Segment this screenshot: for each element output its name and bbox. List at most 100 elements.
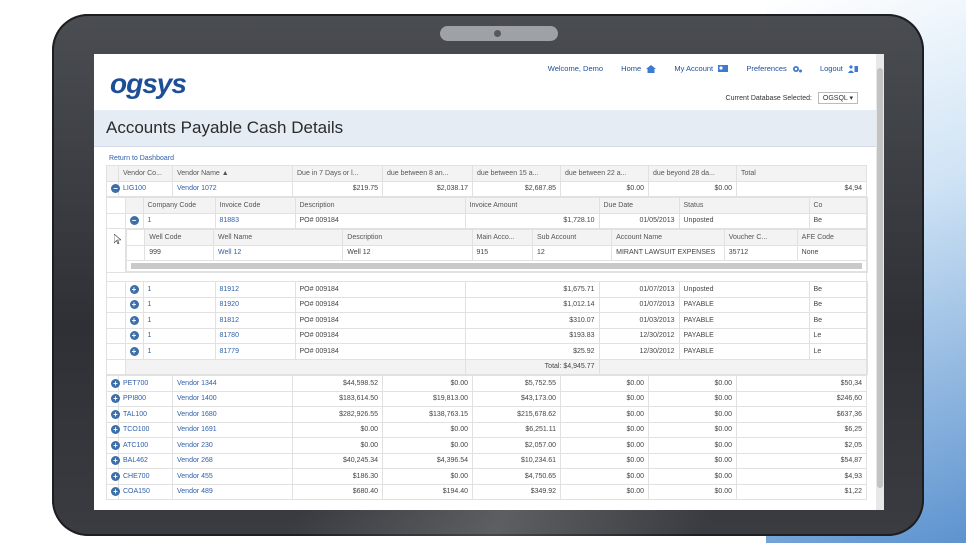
col-vendor-code[interactable]: Vendor Co...	[118, 165, 173, 182]
expand-button[interactable]: +	[124, 296, 144, 313]
expand-button[interactable]: +	[106, 483, 120, 500]
col-well-code[interactable]: Well Code	[144, 229, 215, 246]
horizontal-scrollbar[interactable]	[130, 263, 862, 269]
invoice-row[interactable]: +1 81779 PO# 009184 $25.92 12/30/2012 PAYABLE…	[107, 343, 868, 360]
col-invoice-amount[interactable]: Invoice Amount	[464, 197, 600, 214]
due-22-28: $0.00	[560, 390, 649, 407]
col-co[interactable]: Co	[808, 197, 868, 214]
due-15-21: $215,678.62	[472, 406, 561, 423]
vendor-row[interactable]: + CHE700 Vendor 455 $186.30 $0.00 $4,750.65 $0…	[106, 468, 867, 485]
preferences-link[interactable]: Preferences	[738, 64, 802, 73]
vendor-row[interactable]: + PPI800 Vendor 1400 $183,614.50 $19,813.00 $…	[106, 390, 867, 407]
vendor-code: TCO100	[118, 421, 173, 438]
due-15-21: $4,750.65	[472, 468, 561, 485]
expand-button[interactable]: +	[106, 452, 120, 469]
database-select[interactable]: OGSQL ▾	[817, 92, 858, 104]
expand-button[interactable]: +	[106, 468, 120, 485]
vendor-row-expanded[interactable]: − LIG100 Vendor 1072 $219.75 $2,038.17 $…	[106, 180, 867, 197]
due-8-14: $0.00	[382, 468, 473, 485]
col-main-account[interactable]: Main Acco...	[471, 229, 533, 246]
vendor-name: Vendor 268	[172, 452, 293, 469]
col-account-name[interactable]: Account Name	[611, 229, 725, 246]
expand-button[interactable]: +	[106, 421, 120, 438]
logout-label: Logout	[819, 64, 843, 73]
logout-link[interactable]: Logout	[812, 64, 858, 74]
col-due-date[interactable]: Due Date	[598, 197, 680, 214]
scrollbar-thumb[interactable]	[877, 68, 883, 488]
col-description[interactable]: Description	[294, 197, 466, 214]
camera-icon	[494, 30, 501, 37]
col-invoice-code[interactable]: Invoice Code	[214, 197, 296, 214]
col-due-22-28[interactable]: due between 22 a...	[560, 165, 649, 182]
my-account-link[interactable]: My Account	[666, 64, 729, 73]
invoice-total: Total: $4,945.77	[464, 358, 600, 375]
well-detail-cell: Well Code Well Name Description Main Acc…	[124, 228, 868, 273]
vendor-name: Vendor 1072	[172, 180, 293, 197]
plus-icon: +	[111, 394, 120, 404]
main-account: 915	[471, 244, 533, 261]
expand-button[interactable]: +	[106, 390, 120, 407]
expand-button[interactable]: +	[124, 343, 144, 360]
indent-cell	[107, 281, 126, 298]
due-22-28: $0.00	[560, 421, 649, 438]
due-7: $0.00	[292, 421, 383, 438]
vendor-code: TAL100	[118, 406, 173, 423]
due-date: 12/30/2012	[598, 327, 680, 344]
col-due-8-14[interactable]: due between 8 an...	[382, 165, 473, 182]
invoice-row[interactable]: +1 81780 PO# 009184 $193.83 12/30/2012 PAYABL…	[107, 327, 868, 344]
col-due-7[interactable]: Due in 7 Days or l...	[292, 165, 383, 182]
vendor-row[interactable]: + BAL462 Vendor 268 $40,245.34 $4,396.54 $10,…	[106, 452, 867, 469]
due-beyond-28: $0.00	[648, 406, 737, 423]
logo[interactable]: ogsys	[110, 68, 187, 100]
well-grid-scrollbar[interactable]	[125, 260, 867, 272]
col-status[interactable]: Status	[678, 197, 810, 214]
col-afe-code[interactable]: AFE Code	[796, 229, 867, 246]
col-voucher-code[interactable]: Voucher C...	[723, 229, 798, 246]
invoice-row[interactable]: +1 81912 PO# 009184 $1,675.71 01/07/2013 Unpo…	[107, 281, 868, 298]
col-due-15-21[interactable]: due between 15 a...	[472, 165, 561, 182]
invoice-row[interactable]: +1 81920 PO# 009184 $1,012.14 01/07/2013 PAYA…	[107, 296, 868, 313]
invoice-row-expanded[interactable]: − 1 81883 PO# 009184 $1,728.10 01/05/201…	[107, 212, 868, 229]
invoice-row[interactable]: +1 81812 PO# 009184 $310.07 01/03/2013 PAYABL…	[107, 312, 868, 329]
collapse-button[interactable]: −	[124, 212, 144, 229]
total: $50,34	[736, 375, 867, 392]
expand-button[interactable]: +	[106, 406, 120, 423]
due-7: $44,598.52	[292, 375, 383, 392]
due-22-28: $0.00	[560, 452, 649, 469]
vertical-scrollbar[interactable]	[876, 54, 884, 510]
vendor-grid-header: Vendor Co... Vendor Name ▲ Due in 7 Days…	[106, 165, 867, 182]
return-to-dashboard-link[interactable]: Return to Dashboard	[109, 155, 174, 162]
expand-button[interactable]: +	[106, 375, 120, 392]
expand-button[interactable]: +	[124, 327, 144, 344]
vendor-row[interactable]: + TAL100 Vendor 1680 $282,926.55 $138,763.15…	[106, 406, 867, 423]
col-due-beyond-28[interactable]: due beyond 28 da...	[648, 165, 737, 182]
vendor-row[interactable]: + COA150 Vendor 489 $680.40 $194.40 $349.92 $0…	[106, 483, 867, 500]
expand-button[interactable]: +	[106, 437, 120, 454]
expand-button[interactable]: +	[124, 281, 144, 298]
well-grid-header: Well Code Well Name Description Main Acc…	[125, 229, 867, 246]
well-row[interactable]: 999 Well 12 Well 12 915 12 MIRANT LAWSUI…	[125, 244, 867, 261]
database-label: Current Database Selected:	[725, 95, 812, 102]
tablet-frame: ogsys Welcome, Demo Home My Account Pref…	[52, 14, 924, 536]
col-well-name[interactable]: Well Name	[213, 229, 344, 246]
expand-button[interactable]: +	[124, 312, 144, 329]
indent-cell	[107, 343, 126, 360]
due-8-14: $0.00	[382, 437, 473, 454]
indent-cell	[107, 296, 126, 313]
home-link[interactable]: Home	[613, 64, 657, 74]
col-vendor-name[interactable]: Vendor Name ▲	[172, 165, 293, 182]
col-sub-account[interactable]: Sub Account	[531, 229, 613, 246]
col-company-code[interactable]: Company Code	[142, 197, 216, 214]
col-well-description[interactable]: Description	[342, 229, 473, 246]
vendor-row[interactable]: + PET700 Vendor 1344 $44,598.52 $0.00 $5,752.…	[106, 375, 867, 392]
collapse-button[interactable]: −	[106, 180, 120, 197]
invoice-amount: $310.07	[464, 312, 600, 329]
co: Le	[808, 327, 868, 344]
account-icon	[718, 65, 729, 73]
vendor-row[interactable]: + TCO100 Vendor 1691 $0.00 $0.00 $6,251.11 $0.…	[106, 421, 867, 438]
plus-icon: +	[129, 300, 139, 310]
vendor-row[interactable]: + ATC100 Vendor 230 $0.00 $0.00 $2,057.00 $0.0…	[106, 437, 867, 454]
due-8-14: $19,813.00	[382, 390, 473, 407]
col-total[interactable]: Total	[736, 165, 867, 182]
company-code: 1	[142, 281, 216, 298]
